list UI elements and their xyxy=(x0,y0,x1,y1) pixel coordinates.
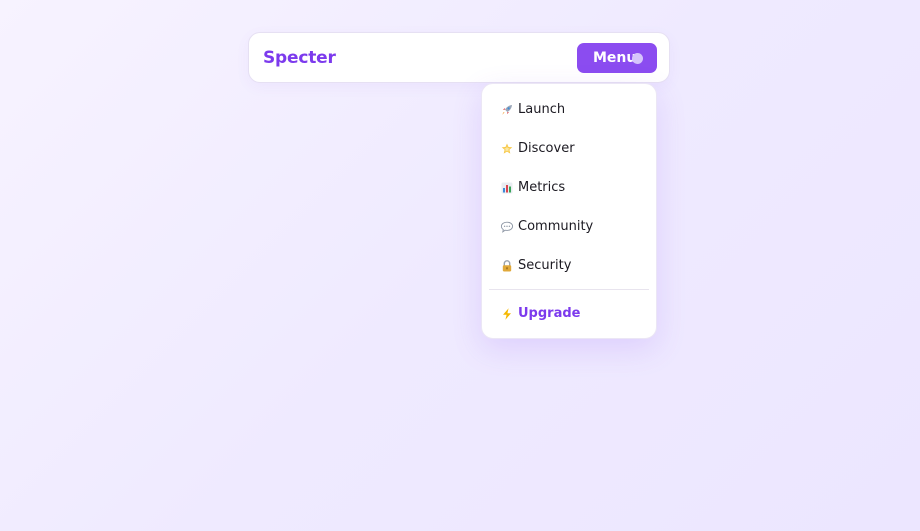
menu-item-label: Discover xyxy=(518,141,575,156)
menu-item-security[interactable]: Security xyxy=(482,252,656,282)
lock-icon xyxy=(500,259,514,273)
menu-button-label: Menu xyxy=(593,50,637,66)
menu-item-discover[interactable]: Discover xyxy=(482,135,656,165)
menu-item-metrics[interactable]: Metrics xyxy=(482,174,656,204)
bar-chart-icon xyxy=(500,181,514,195)
dropdown-menu: Launch Discover Metrics Community Securi… xyxy=(481,83,657,339)
menu-indicator-dot-icon xyxy=(632,53,643,64)
speech-bubble-icon xyxy=(500,220,514,234)
menu-item-launch[interactable]: Launch xyxy=(482,96,656,126)
menu-divider xyxy=(489,289,649,290)
menu-button[interactable]: Menu xyxy=(577,43,657,73)
menu-item-label: Metrics xyxy=(518,180,566,195)
menu-item-label: Security xyxy=(518,258,572,273)
star-icon xyxy=(500,142,514,156)
menu-item-label: Upgrade xyxy=(518,306,581,321)
menu-item-upgrade[interactable]: Upgrade xyxy=(482,300,656,330)
menu-item-label: Launch xyxy=(518,102,566,117)
lightning-icon xyxy=(500,307,514,321)
navbar: Specter Menu xyxy=(248,32,670,83)
menu-item-community[interactable]: Community xyxy=(482,213,656,243)
brand-logo[interactable]: Specter xyxy=(263,47,336,69)
rocket-icon xyxy=(500,103,514,117)
menu-item-label: Community xyxy=(518,219,594,234)
